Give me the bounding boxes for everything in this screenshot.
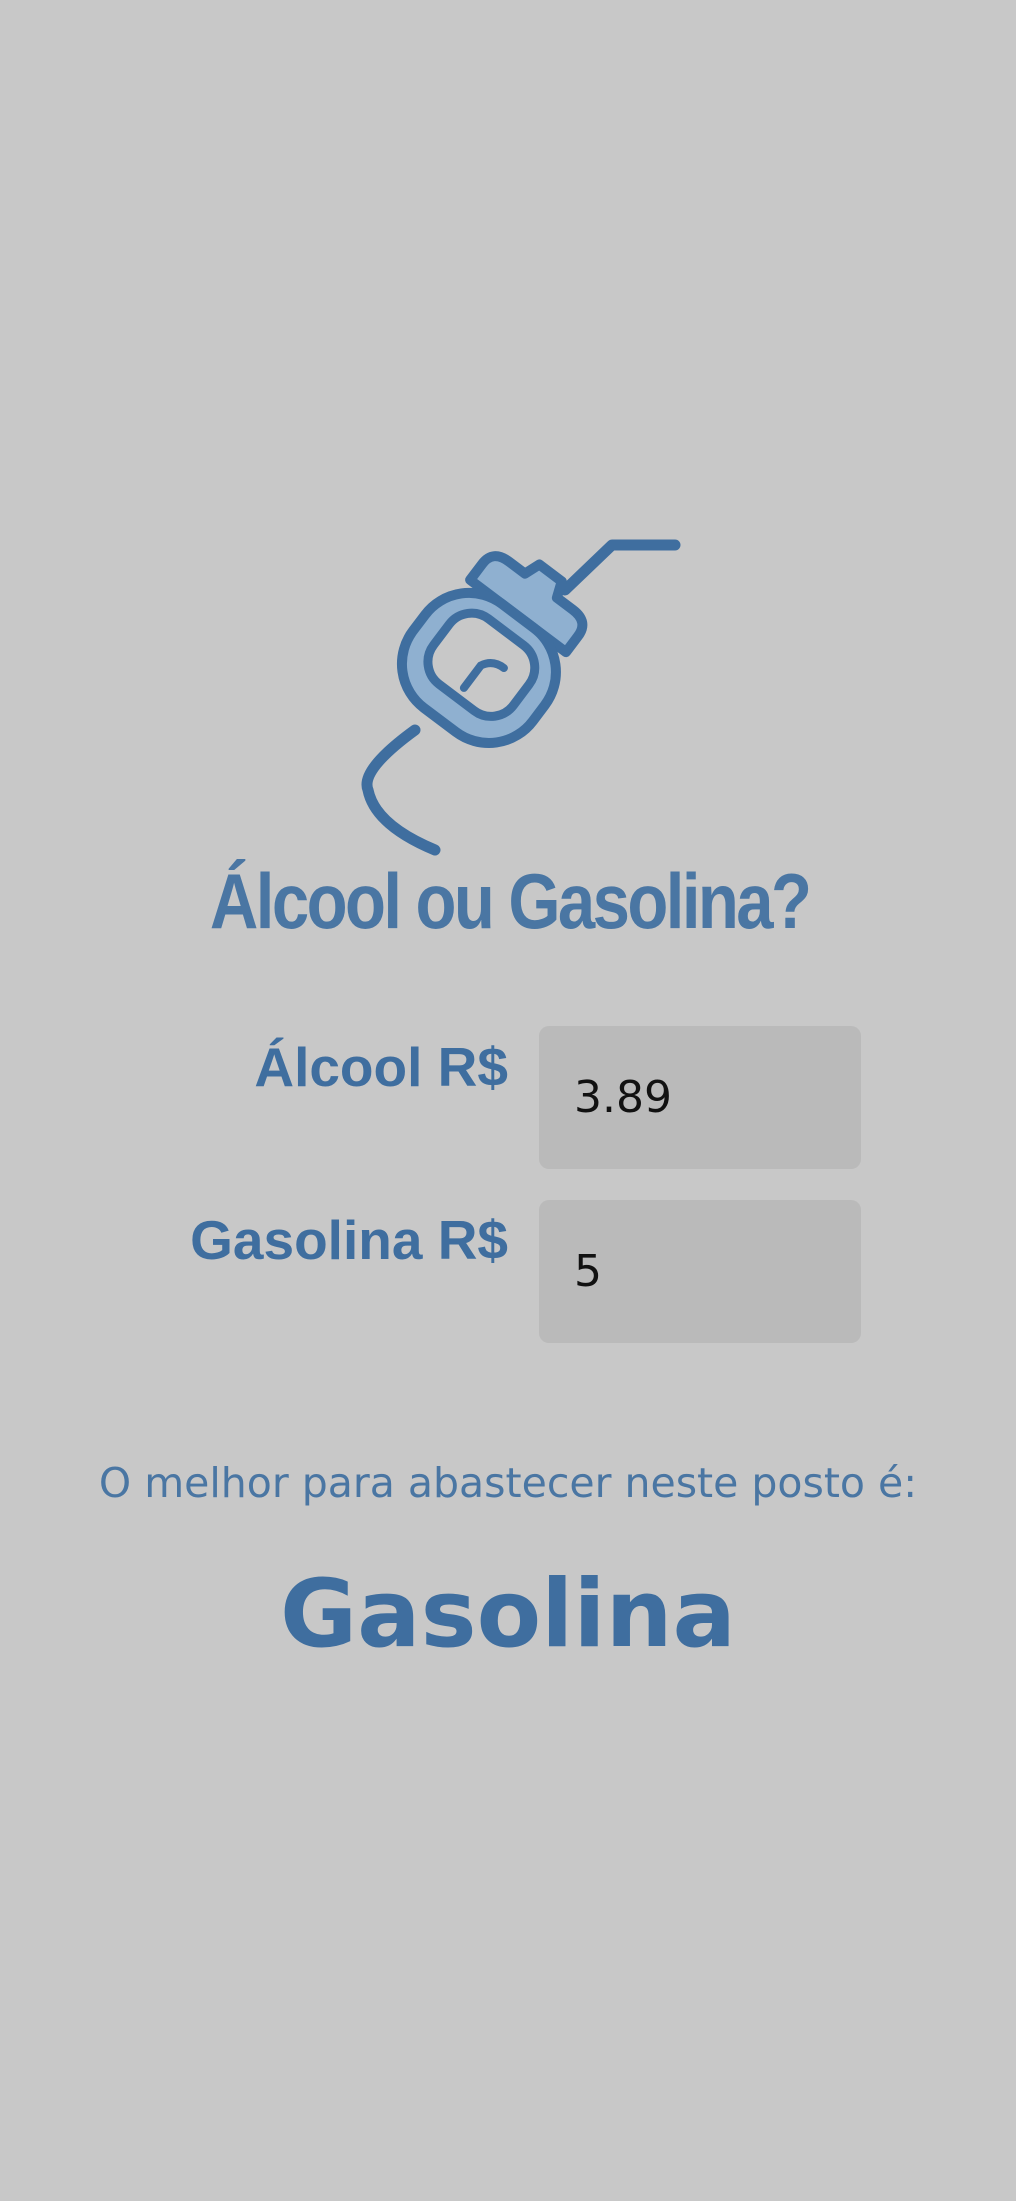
fuel-nozzle-logo [360, 530, 690, 860]
fuel-pump-nozzle-icon [361, 539, 681, 856]
result-value: Gasolina [280, 1560, 736, 1669]
alcohol-price-label: Álcool R$ [254, 1036, 508, 1098]
app-title: Álcool ou Gasolina? [209, 857, 812, 945]
gasoline-price-input[interactable] [539, 1200, 861, 1343]
gasoline-price-label: Gasolina R$ [190, 1209, 508, 1271]
result-caption: O melhor para abastecer neste posto é: [98, 1459, 918, 1507]
alcohol-price-input[interactable] [539, 1026, 861, 1169]
